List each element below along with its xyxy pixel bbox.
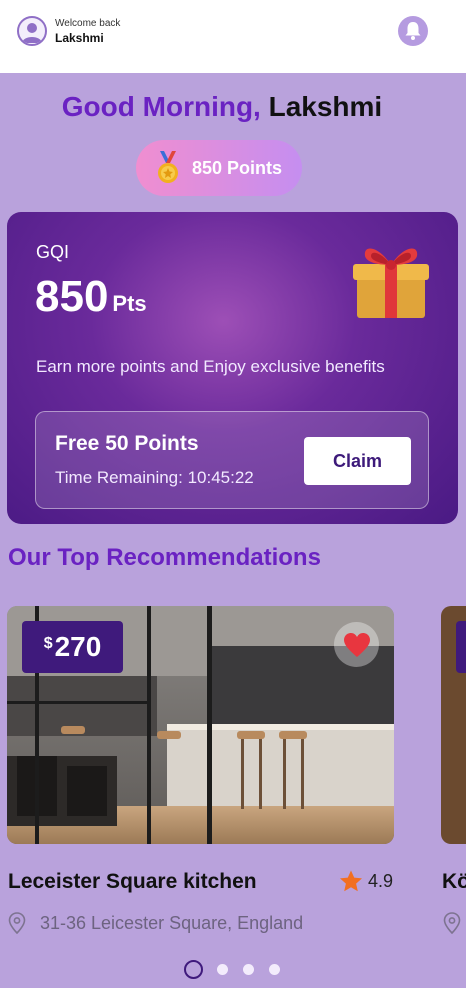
rating: 4.9 xyxy=(339,870,393,893)
points-pill-label: 850 Points xyxy=(192,157,283,178)
header-user-name: Lakshmi xyxy=(55,31,104,45)
recommendation-card-2[interactable] xyxy=(441,606,466,844)
rewards-description: Earn more points and Enjoy exclusive ben… xyxy=(36,357,385,376)
claim-button[interactable]: Claim xyxy=(304,437,411,485)
rewards-points-value: 850 xyxy=(35,272,109,321)
price-badge: $ 270 xyxy=(22,621,123,673)
pagination-dot[interactable] xyxy=(217,964,228,975)
address-text: 31-36 Leicester Square, England xyxy=(40,912,304,933)
welcome-text: Welcome back xyxy=(55,18,121,29)
location-pin-icon xyxy=(8,912,26,934)
claim-offer-box: Free 50 Points Time Remaining: 10:45:22 … xyxy=(35,411,429,509)
location-pin-icon-2 xyxy=(443,912,461,934)
recommendation-card[interactable]: $ 270 xyxy=(7,606,394,844)
offer-time-remaining: Time Remaining: 10:45:22 xyxy=(55,468,254,487)
star-icon xyxy=(340,870,362,892)
user-avatar-icon[interactable] xyxy=(17,16,47,46)
pagination-dot[interactable] xyxy=(269,964,280,975)
price-currency: $ xyxy=(43,635,53,652)
carousel-pagination xyxy=(184,960,295,979)
pagination-dot[interactable] xyxy=(243,964,254,975)
recommendations-title: Our Top Recommendations xyxy=(8,544,321,571)
rating-value: 4.9 xyxy=(368,871,394,891)
heart-icon xyxy=(343,632,370,657)
restaurant-name-2[interactable]: Kö xyxy=(442,870,466,894)
favorite-button[interactable] xyxy=(334,622,379,667)
restaurant-address: 31-36 Leicester Square, England xyxy=(8,912,303,934)
rewards-points-unit: Pts xyxy=(112,291,147,316)
price-amount: 270 xyxy=(54,631,102,662)
greeting-heading: Good Morning, Lakshmi xyxy=(0,88,444,126)
price-badge-2 xyxy=(456,621,466,673)
offer-title: Free 50 Points xyxy=(55,432,199,455)
rewards-brand: GQI xyxy=(36,242,70,262)
medal-icon xyxy=(158,151,178,183)
bell-icon[interactable] xyxy=(398,16,428,46)
restaurant-name[interactable]: Leceister Square kitchen xyxy=(8,870,257,894)
rewards-points: 850 Pts xyxy=(35,272,147,322)
gift-icon xyxy=(353,248,429,318)
rewards-card: GQI 850 Pts Earn more points and Enjoy ex… xyxy=(7,212,458,524)
top-header: Welcome back Lakshmi xyxy=(0,0,466,73)
pagination-dot-active[interactable] xyxy=(184,960,203,979)
greeting-name: Lakshmi xyxy=(268,91,383,122)
points-pill[interactable]: 850 Points xyxy=(136,140,302,196)
greeting-prefix: Good Morning, xyxy=(61,91,261,122)
